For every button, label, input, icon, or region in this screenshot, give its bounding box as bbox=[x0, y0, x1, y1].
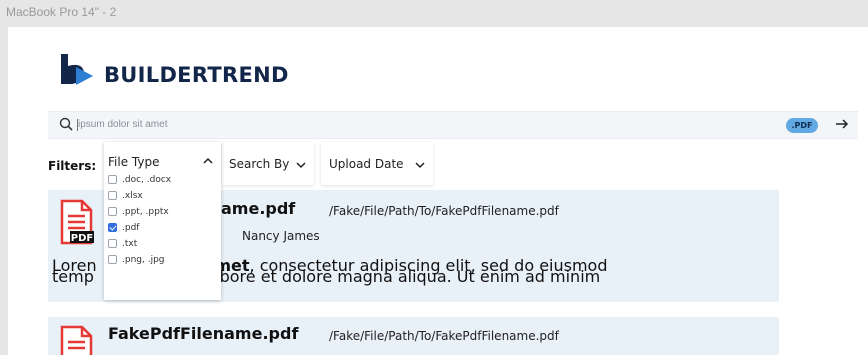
result-author: Nancy James bbox=[242, 229, 320, 243]
search-input[interactable] bbox=[78, 115, 778, 134]
checkbox[interactable] bbox=[108, 239, 117, 248]
file-type-option-png[interactable]: .png, .jpg bbox=[108, 253, 165, 266]
buildertrend-logo-mark-icon bbox=[61, 54, 93, 85]
option-label: .xlsx bbox=[122, 190, 143, 201]
option-label: .png, .jpg bbox=[122, 254, 165, 265]
buildertrend-logo[interactable]: BUILDERTREND bbox=[60, 54, 320, 88]
snippet-text: temp bbox=[52, 267, 94, 286]
result-path: /Fake/File/Path/To/FakePdfFilename.pdf bbox=[329, 204, 559, 218]
result-path: /Fake/File/Path/To/FakePdfFilename.pdf bbox=[329, 329, 559, 343]
chevron-down-icon bbox=[415, 162, 425, 169]
option-label: .pdf bbox=[122, 222, 140, 233]
pdf-file-icon bbox=[60, 325, 93, 355]
snippet-text: ut labore et dolore magna aliqua. Ut eni… bbox=[183, 267, 601, 286]
frame-title: MacBook Pro 14" - 2 bbox=[6, 5, 117, 19]
file-type-option-txt[interactable]: .txt bbox=[108, 237, 137, 250]
option-label: .doc, .docx bbox=[122, 174, 172, 185]
pdf-badge-text: PDF bbox=[71, 233, 93, 244]
option-label: .ppt, .pptx bbox=[122, 206, 169, 217]
result-card[interactable]: FakePdfFilename.pdf /Fake/File/Path/To/F… bbox=[48, 317, 779, 355]
upload-date-label: Upload Date bbox=[329, 157, 404, 171]
search-icon[interactable] bbox=[59, 117, 73, 136]
file-type-option-xlsx[interactable]: .xlsx bbox=[108, 189, 143, 202]
search-by-label: Search By bbox=[229, 157, 290, 171]
checkbox[interactable] bbox=[108, 191, 117, 200]
arrow-right-icon[interactable] bbox=[835, 117, 849, 136]
chevron-up-icon[interactable] bbox=[203, 157, 213, 165]
result-filename[interactable]: FakePdfFilename.pdf bbox=[108, 324, 298, 343]
app-canvas: BUILDERTREND .PDF Filters: Search By Upl… bbox=[8, 27, 868, 355]
result-filename[interactable]: ame.pdf bbox=[221, 199, 295, 218]
filters-label: Filters: bbox=[48, 159, 97, 173]
pdf-filter-chip[interactable]: .PDF bbox=[786, 118, 818, 133]
checkbox[interactable] bbox=[108, 255, 117, 264]
file-type-option-pdf[interactable]: .pdf bbox=[108, 221, 139, 234]
chevron-down-icon bbox=[296, 162, 306, 169]
brand-wordmark: BUILDERTREND bbox=[104, 63, 289, 87]
checkbox[interactable] bbox=[108, 175, 117, 184]
checkbox[interactable] bbox=[108, 207, 117, 216]
option-label: .txt bbox=[122, 238, 138, 249]
search-by-dropdown[interactable]: Search By bbox=[222, 142, 314, 185]
file-type-option-ppt[interactable]: .ppt, .pptx bbox=[108, 205, 169, 218]
file-type-dropdown[interactable]: File Type .doc, .docx .xlsx .ppt, .pptx … bbox=[104, 142, 221, 300]
file-type-label: File Type bbox=[108, 155, 160, 169]
upload-date-dropdown[interactable]: Upload Date bbox=[321, 142, 433, 185]
search-bar: .PDF bbox=[48, 111, 858, 139]
pdf-file-icon: PDF bbox=[60, 199, 94, 245]
checkbox-checked[interactable] bbox=[108, 223, 117, 232]
file-type-option-doc[interactable]: .doc, .docx bbox=[108, 173, 171, 186]
